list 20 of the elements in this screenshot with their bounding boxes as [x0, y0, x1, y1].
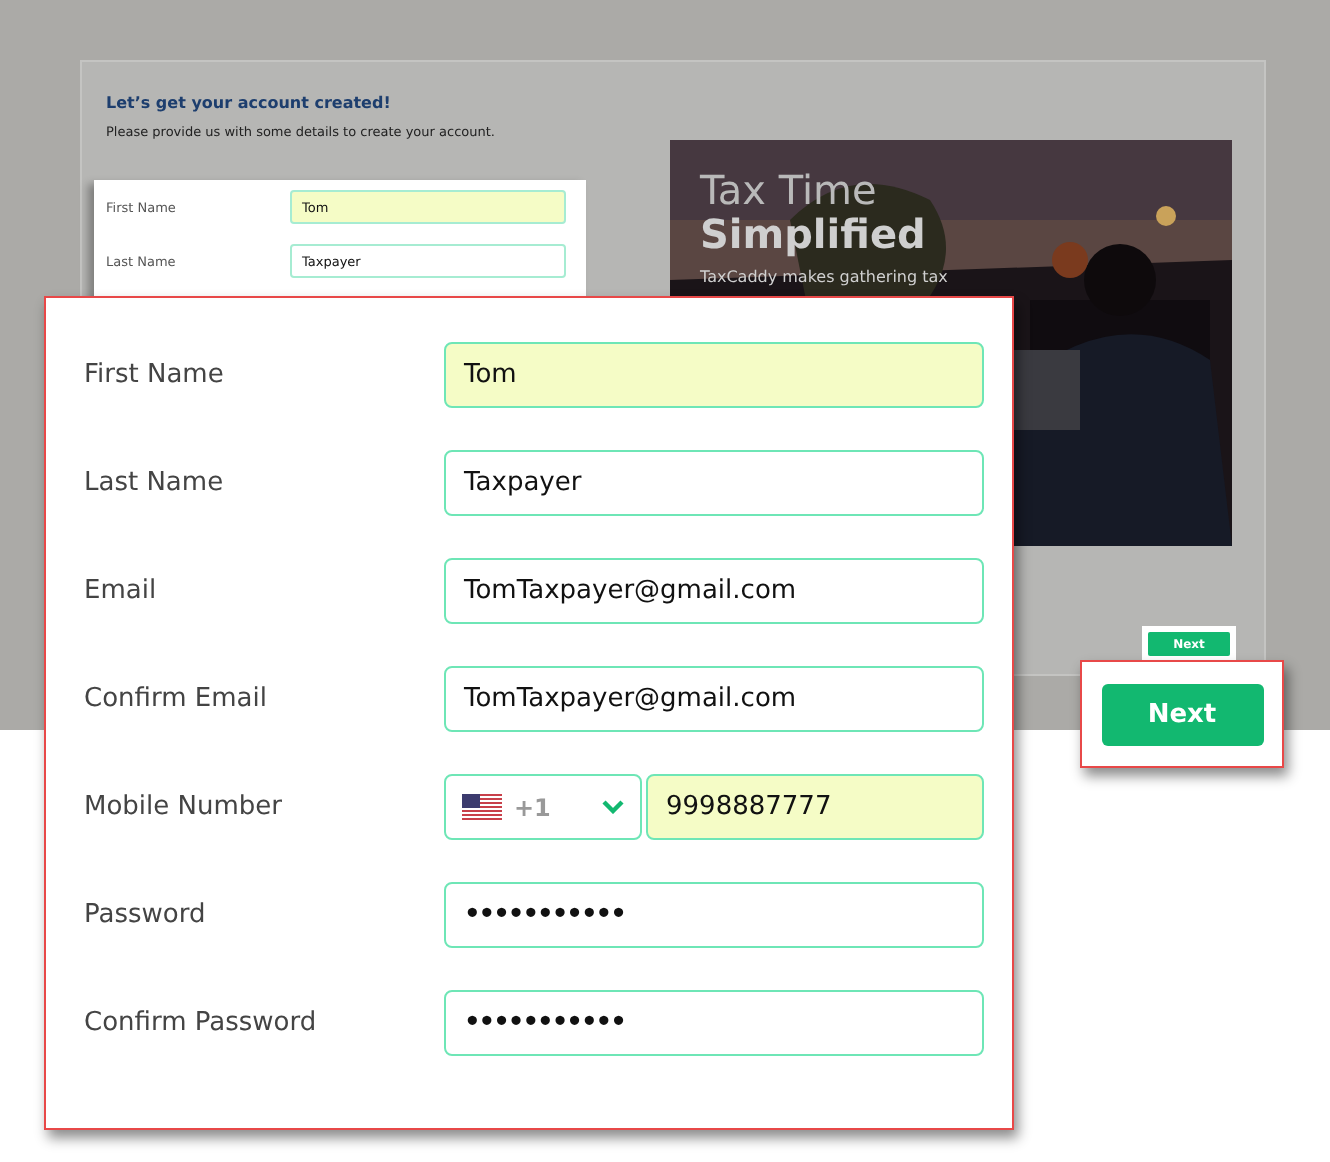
promo-text: TaxCaddy makes gathering tax	[700, 268, 948, 286]
phone-field[interactable]: 9998887777	[646, 774, 984, 840]
field-label: First Name	[84, 360, 226, 390]
chevron-down-icon	[602, 800, 624, 814]
password-field[interactable]: •••••••••••	[444, 990, 984, 1056]
flag-icon	[462, 793, 502, 821]
promo-title: Simplified	[700, 212, 928, 256]
promo-title: Tax Time	[700, 168, 879, 212]
field-label: Confirm Email	[84, 684, 269, 714]
input-field[interactable]: Taxpayer	[444, 450, 984, 516]
input-field[interactable]: Tom	[444, 342, 984, 408]
page-heading: Let’s get your account created!	[106, 94, 393, 112]
field-label: Email	[84, 576, 159, 606]
field-label: Mobile Number	[84, 792, 284, 822]
field-label: Confirm Password	[84, 1008, 319, 1038]
input-field[interactable]: TomTaxpayer@gmail.com	[444, 666, 984, 732]
password-field[interactable]: •••••••••••	[444, 882, 984, 948]
input-field[interactable]: TomTaxpayer@gmail.com	[444, 558, 984, 624]
field-label: Last Name	[84, 468, 226, 498]
field-label: Password	[84, 900, 208, 930]
